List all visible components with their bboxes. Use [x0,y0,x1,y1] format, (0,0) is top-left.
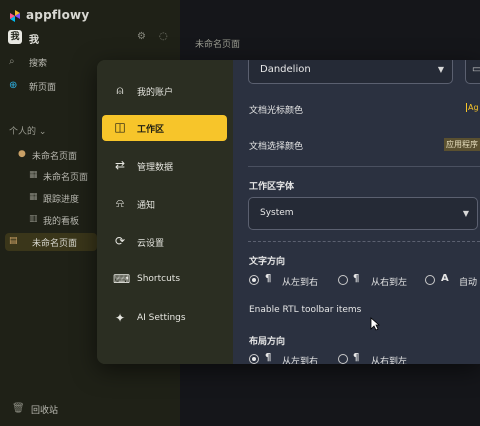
board-icon: ▥ [29,214,38,224]
text-direction-option: 从右到左 [371,278,408,288]
keyboard-icon: ⌨ [113,272,131,286]
settings-nav-workspace[interactable]: ◫ 工作区 [102,115,227,141]
rtl-icon: ¶ [353,352,360,363]
trash-icon: 🗑︎ [12,403,25,414]
theme-value: Dandelion [260,64,311,75]
selection-color-swatch[interactable]: 应用程序 [444,138,480,151]
workspace-avatar[interactable]: 我 [8,30,22,44]
settings-nav-cloud[interactable]: ⟳ 云设置 [102,229,227,255]
text-direction-option: 自动 [459,278,478,288]
nav-label: Shortcuts [137,274,181,284]
font-dropdown[interactable]: System ▼ [248,197,478,230]
sync-icon: ⟳ [114,234,126,248]
mouse-cursor-icon [370,317,380,331]
font-value: System [260,208,294,218]
search-label: 搜索 [29,59,48,69]
data-icon: ⇄ [114,158,126,172]
settings-nav-account[interactable]: ⍝ 我的账户 [102,78,227,104]
chevron-down-icon: ▼ [437,65,444,74]
font-section-title: 工作区字体 [249,182,295,192]
theme-dropdown[interactable]: Dandelion ▼ [248,60,453,84]
text-direction-option: 从左到右 [282,278,319,288]
rtl-icon: ¶ [353,273,360,284]
upload-theme-button[interactable]: ▭ [465,60,480,84]
nav-label: 通知 [137,201,156,211]
search-icon: ⌕ [9,56,15,67]
page-label: 未命名页面 [32,239,78,249]
chevron-down-icon: ⌄ [38,127,47,137]
layout-direction-option: 从右到左 [371,357,408,364]
app-logo-text: appflowy [26,8,90,22]
ai-sparkle-icon: ✦ [114,311,126,325]
text-direction-ltr-radio[interactable] [249,275,259,285]
page-label: 未命名页面 [43,173,89,183]
rtl-toolbar-label: Enable RTL toolbar items [249,305,362,315]
settings-nav-shortcuts[interactable]: ⌨ Shortcuts [102,267,227,293]
text-direction-title: 文字方向 [249,257,286,267]
settings-nav-data[interactable]: ⇄ 管理数据 [102,153,227,179]
text-direction-rtl-radio[interactable] [338,275,348,285]
page-label: 未命名页面 [32,152,78,162]
section-label: 个人的 [9,127,37,137]
nav-label: 我的账户 [137,88,174,98]
settings-dialog: ⍝ 我的账户 ◫ 工作区 ⇄ 管理数据 ⍾ 通知 ⟳ 云设置 ⌨ Shortcu… [97,60,480,364]
sidebar-page-item-selected[interactable]: ▤ 未命名页面 [5,233,97,251]
person-icon: ⍝ [116,83,124,97]
settings-nav-notifications[interactable]: ⍾ 通知 [102,191,227,217]
page-emoji-icon: ● [18,149,26,159]
trash-label: 回收站 [31,406,59,416]
nav-label: 工作区 [137,125,165,135]
layout-direction-option: 从左到右 [282,357,319,364]
ltr-icon: ¶ [265,352,272,363]
new-page-label: 新页面 [29,83,57,93]
appflowy-logo-icon [10,10,20,22]
cursor-color-swatch[interactable]: Ag [466,103,479,112]
workspace-name[interactable]: 我 [29,31,39,46]
notification-bell-icon[interactable]: ◌ [159,31,168,42]
ltr-icon: ¶ [265,273,272,284]
settings-gear-icon[interactable]: ⚙ [137,31,146,42]
nav-label: 云设置 [137,239,165,249]
page-title: 未命名页面 [195,40,241,50]
page-label: 跟踪进度 [43,195,80,205]
settings-nav-ai[interactable]: ✦ AI Settings [102,306,227,332]
text-direction-auto-radio[interactable] [425,275,435,285]
auto-direction-icon: A [441,273,449,284]
page-label: 我的看板 [43,217,80,227]
cursor-color-label: 文档光标颜色 [249,106,304,116]
divider [248,166,480,167]
doc-icon: ▤ [9,236,18,246]
settings-nav: ⍝ 我的账户 ◫ 工作区 ⇄ 管理数据 ⍾ 通知 ⟳ 云设置 ⌨ Shortcu… [97,60,233,364]
folder-icon: ▭ [472,64,480,75]
workspace-settings-panel: Dandelion ▼ ▭ 文档光标颜色 Ag 文档选择颜色 应用程序 工作区字… [233,60,480,364]
workspace-icon: ◫ [114,120,126,134]
section-header-personal[interactable]: 个人的 ⌄ [9,124,46,137]
bell-icon: ⍾ [116,196,124,210]
grid-icon: ▦ [29,192,38,202]
layout-direction-title: 布局方向 [249,337,286,347]
trash-item[interactable]: 🗑︎ 回收站 [0,403,180,421]
nav-label: 管理数据 [137,163,174,173]
layout-direction-ltr-radio[interactable] [249,354,259,364]
chevron-down-icon: ▼ [462,209,469,218]
nav-label: AI Settings [137,313,186,323]
grid-icon: ▦ [29,170,38,180]
selection-color-label: 文档选择颜色 [249,142,304,152]
divider-dashed [248,241,480,242]
layout-direction-rtl-radio[interactable] [338,354,348,364]
add-page-icon: ⊕ [9,80,18,91]
